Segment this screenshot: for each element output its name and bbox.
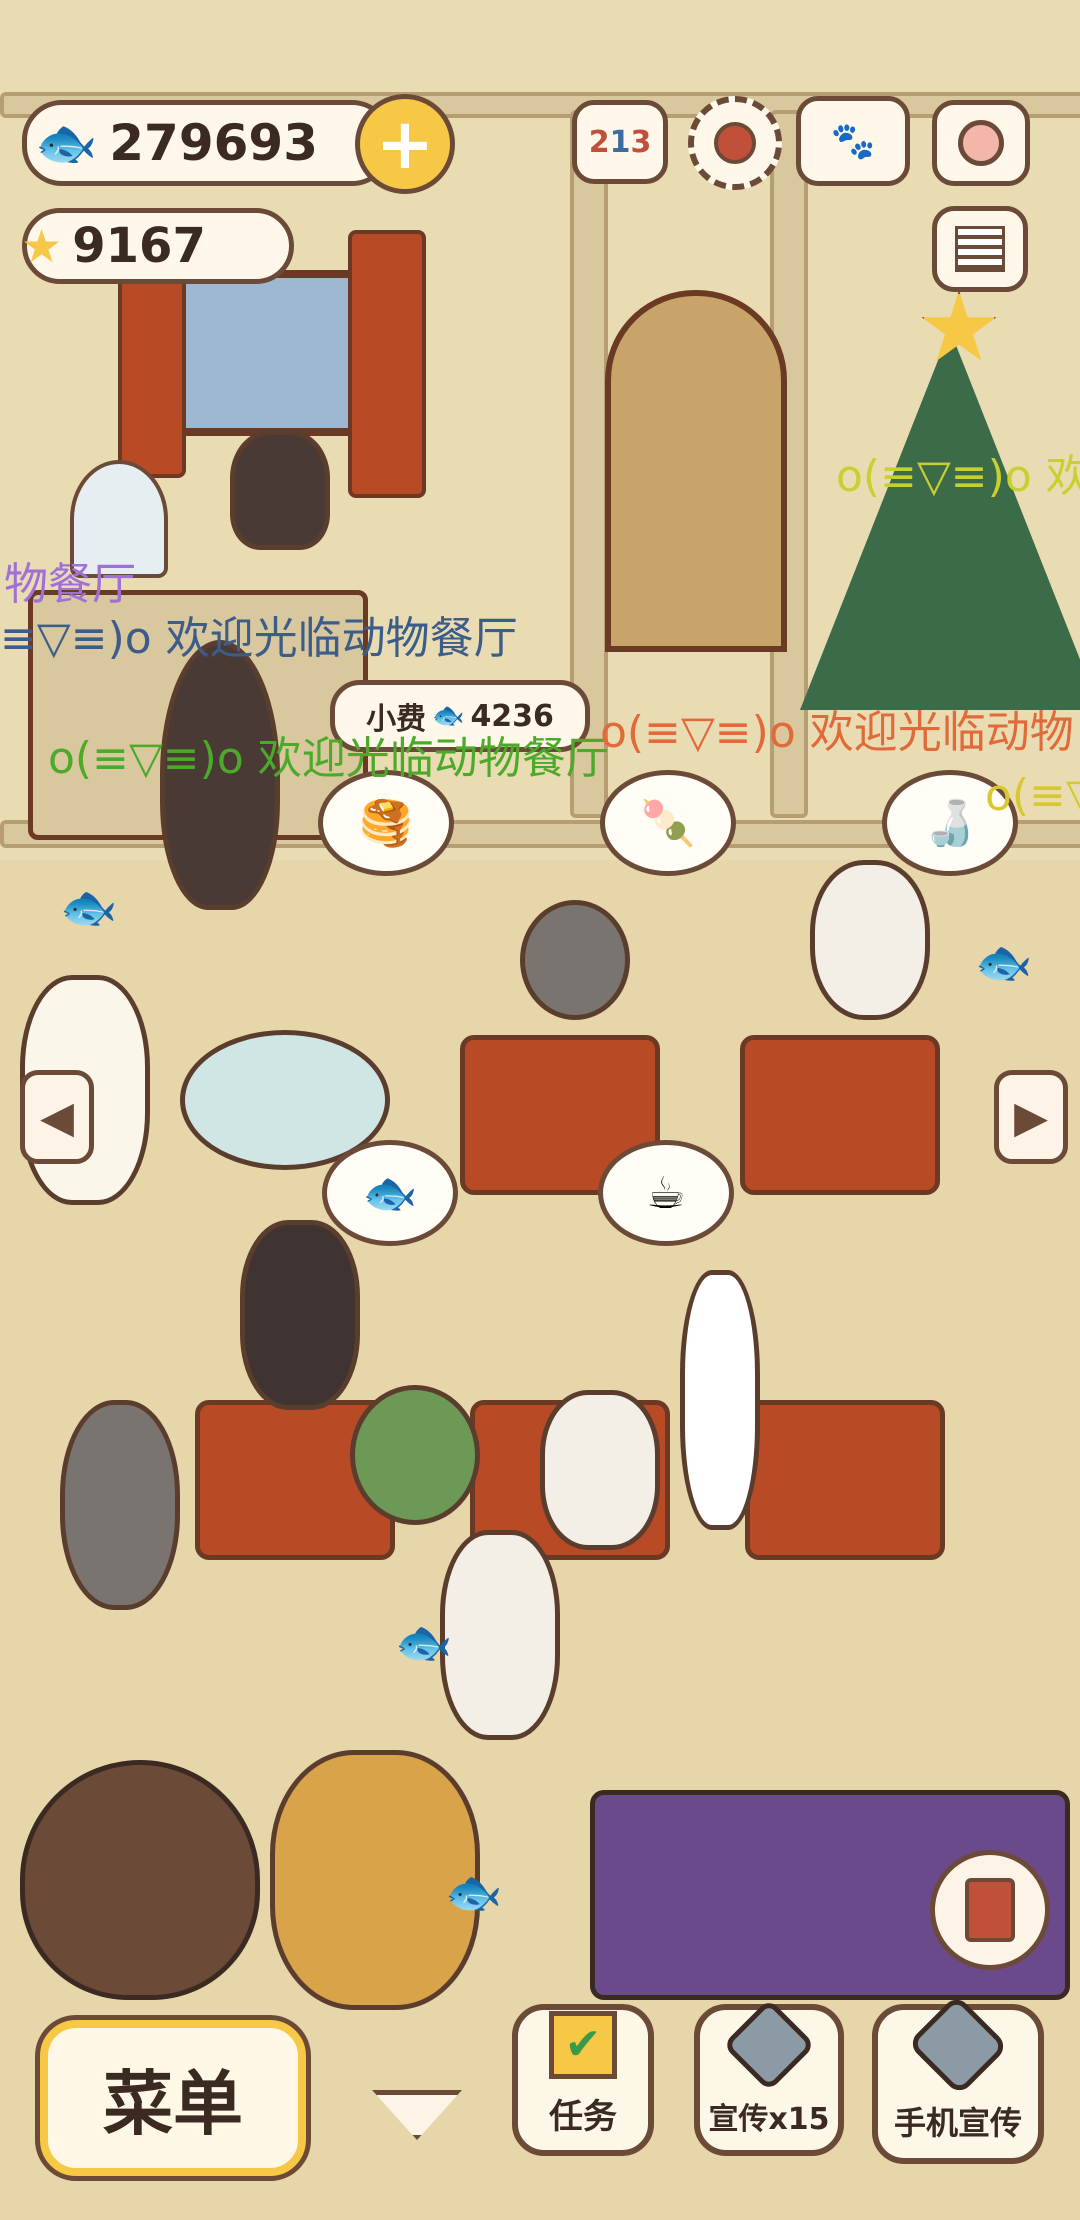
chevron-left-icon: ◀ [40,1091,74,1143]
danmaku-text: ≡▽≡)o 欢迎光临动物餐厅 [0,613,518,664]
promo-label: 宣传x15 [708,2102,830,2137]
plus-icon: + [375,103,435,185]
task-label: 任务 [549,2097,617,2137]
paw-book-icon: 🐾 [830,121,876,162]
pug-customer[interactable] [440,1530,560,1740]
fish-icon[interactable]: 🐟 [975,935,1032,990]
scroll-left-button[interactable]: ◀ [20,1070,94,1164]
danmaku-text: o(≡▽≡)o 欢迎光临动物 [600,707,1074,758]
fish-count: 279693 [109,114,319,172]
menu-button[interactable]: 菜单 [40,2020,306,2176]
camera-icon [958,120,1004,166]
dining-table[interactable] [740,1035,940,1195]
promo-button[interactable]: 宣传x15 [694,1998,844,2156]
rat-customer[interactable] [60,1400,180,1610]
ranking-button[interactable]: 213 [572,100,668,184]
newspaper-button[interactable] [932,206,1028,292]
fish-icon[interactable]: 🐟 [60,880,117,935]
chevron-right-icon: ▶ [1014,1091,1048,1143]
pancake-icon: 🥞 [358,798,414,849]
goose-customer[interactable] [680,1270,760,1530]
curtain-right [348,230,426,498]
fish-currency-counter: 🐟 279693 [22,100,392,186]
task-button[interactable]: ✔ 任务 [512,2004,654,2156]
taiyaki-icon: 🐟 [362,1168,418,1219]
collect-orders-button[interactable] [930,1850,1050,1970]
camera-button[interactable] [932,100,1030,186]
sake-icon: 🍶 [922,798,978,849]
frog-customer[interactable] [350,1385,480,1525]
taiyaki-order-bubble[interactable]: 🐟 [322,1140,458,1246]
mochi-icon: 🍡 [640,798,696,849]
doorway [605,290,787,652]
danmaku-text: o(≡▽ [985,770,1080,821]
dining-table[interactable] [745,1400,945,1560]
star-currency-icon: ★ [21,219,63,273]
star-count: 9167 [72,218,206,274]
menu-label: 菜单 [103,2062,243,2145]
star-currency-counter: ★ 9167 [21,208,294,284]
fish-currency-icon: 🐟 [35,113,98,172]
mochi-order-bubble[interactable]: 🍡 [600,770,736,876]
promo-phone-icon [722,1998,816,2092]
latte-order-bubble[interactable]: ☕ [598,1140,734,1246]
window [160,270,376,436]
ranking-icon: 213 [588,124,652,160]
phone-promo-button[interactable]: 手机宣传 [872,1994,1044,2164]
danmaku-text: o(≡▽≡)o 欢迎光临动物餐厅 [48,733,610,784]
black-cat-chef[interactable] [230,430,330,550]
fish-icon[interactable]: 🐟 [445,1865,502,1920]
danmaku-text: o(≡▽≡)o 欢 [836,451,1080,502]
order-card-icon [965,1878,1015,1942]
badger-customer[interactable] [540,1390,660,1550]
phone-promo-label: 手机宣传 [893,2104,1022,2142]
settings-gear-icon [714,122,756,164]
checkbox-icon: ✔ [549,2011,617,2079]
phone-promo-icon [907,1994,1009,2096]
bear-customer[interactable] [240,1220,360,1410]
restaurant-scene: 🥞 🍡 🍶 🐟 ☕ 🐟 🐟 🐟 🐟 [0,0,1080,2220]
latte-icon: ☕ [646,1167,686,1219]
mouse-customer[interactable] [520,900,630,1020]
christmas-tree[interactable] [800,330,1080,710]
add-currency-button[interactable]: + [355,94,455,194]
scroll-right-button[interactable]: ▶ [994,1070,1068,1164]
fish-icon[interactable]: 🐟 [395,1615,452,1670]
bulldog-customer[interactable] [810,860,930,1020]
cauldron[interactable] [20,1760,260,2000]
newspaper-icon [955,226,1005,272]
paw-book-button[interactable]: 🐾 [796,96,910,186]
settings-button[interactable] [688,96,782,190]
